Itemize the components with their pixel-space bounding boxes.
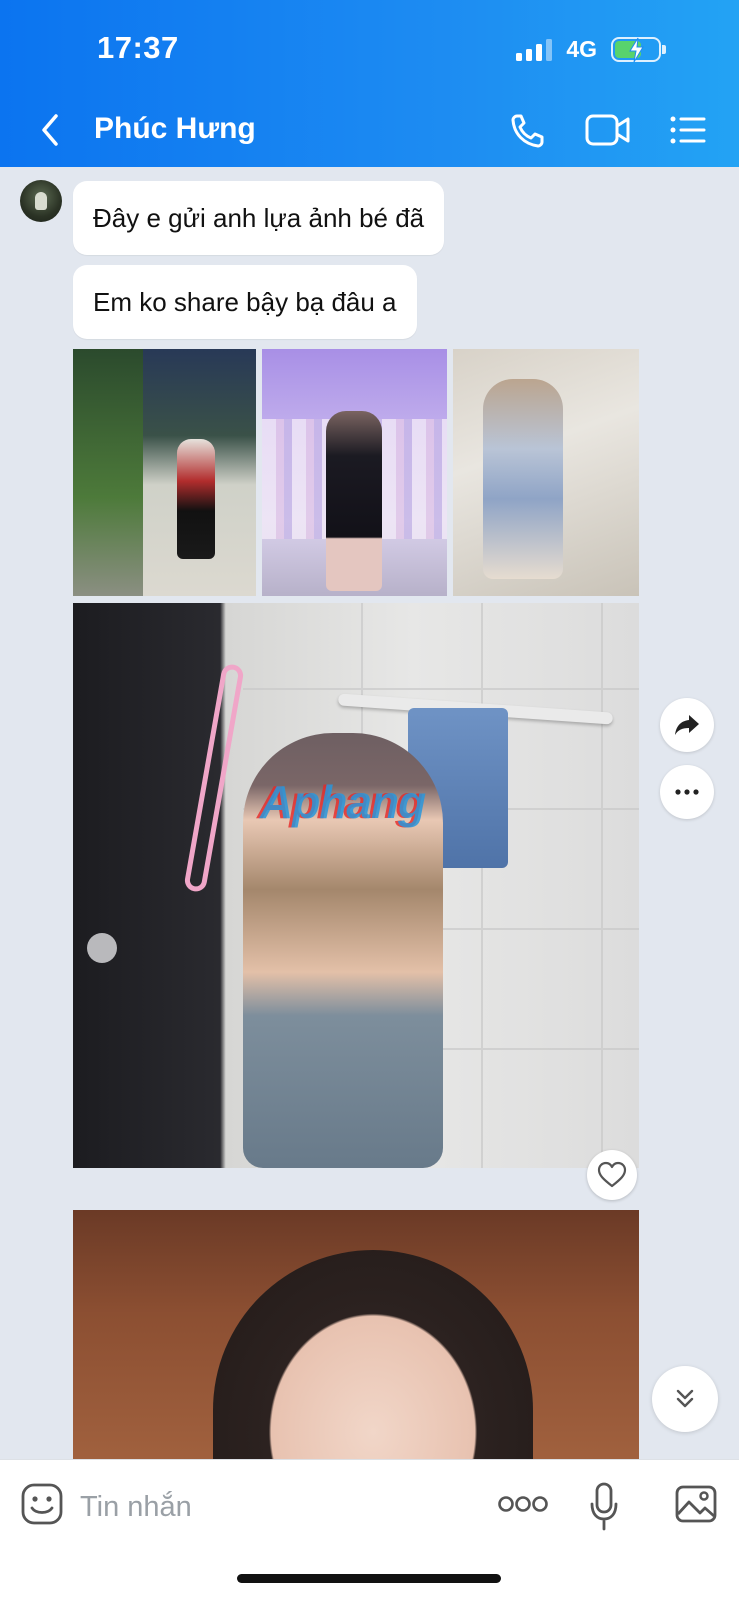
status-indicators: 4G	[516, 36, 666, 63]
video-camera-icon[interactable]	[584, 108, 632, 152]
menu-list-icon[interactable]	[668, 108, 708, 152]
more-options-icon[interactable]	[498, 1494, 548, 1514]
home-indicator	[237, 1574, 501, 1583]
message-text: Đây e gửi anh lựa ảnh bé đã	[93, 202, 425, 233]
message-text: Em ko share bậy bạ đâu a	[93, 286, 397, 317]
contact-name[interactable]: Phúc Hưng	[94, 112, 256, 146]
gallery-icon[interactable]	[674, 1482, 718, 1526]
back-chevron-icon[interactable]	[36, 108, 66, 152]
heart-icon[interactable]	[587, 1150, 637, 1200]
sticker-icon[interactable]	[20, 1482, 64, 1526]
status-time: 17:37	[97, 30, 179, 65]
signal-icon	[516, 38, 553, 61]
message-bubble[interactable]: Đây e gửi anh lựa ảnh bé đã	[73, 181, 445, 255]
network-type: 4G	[566, 36, 597, 62]
scroll-down-icon[interactable]	[652, 1366, 718, 1432]
chat-header: 17:37 4G Phúc Hưng	[0, 0, 739, 167]
share-forward-icon[interactable]	[660, 698, 714, 752]
photo-message[interactable]	[73, 1210, 639, 1470]
photo-watermark: Aphang	[260, 776, 426, 828]
microphone-icon[interactable]	[589, 1482, 619, 1532]
photo-message[interactable]	[73, 603, 639, 1168]
photo-thumbnail[interactable]	[262, 349, 447, 596]
battery-charging-icon	[611, 37, 666, 63]
message-bubble[interactable]: Em ko share bậy bạ đâu a	[73, 265, 417, 339]
phone-icon[interactable]	[508, 108, 548, 152]
photo-thumbnail[interactable]	[73, 349, 256, 596]
contact-avatar[interactable]	[20, 180, 62, 222]
more-dots-icon[interactable]	[660, 765, 714, 819]
photo-thumbnail[interactable]	[453, 349, 639, 596]
message-input[interactable]	[80, 1482, 460, 1532]
